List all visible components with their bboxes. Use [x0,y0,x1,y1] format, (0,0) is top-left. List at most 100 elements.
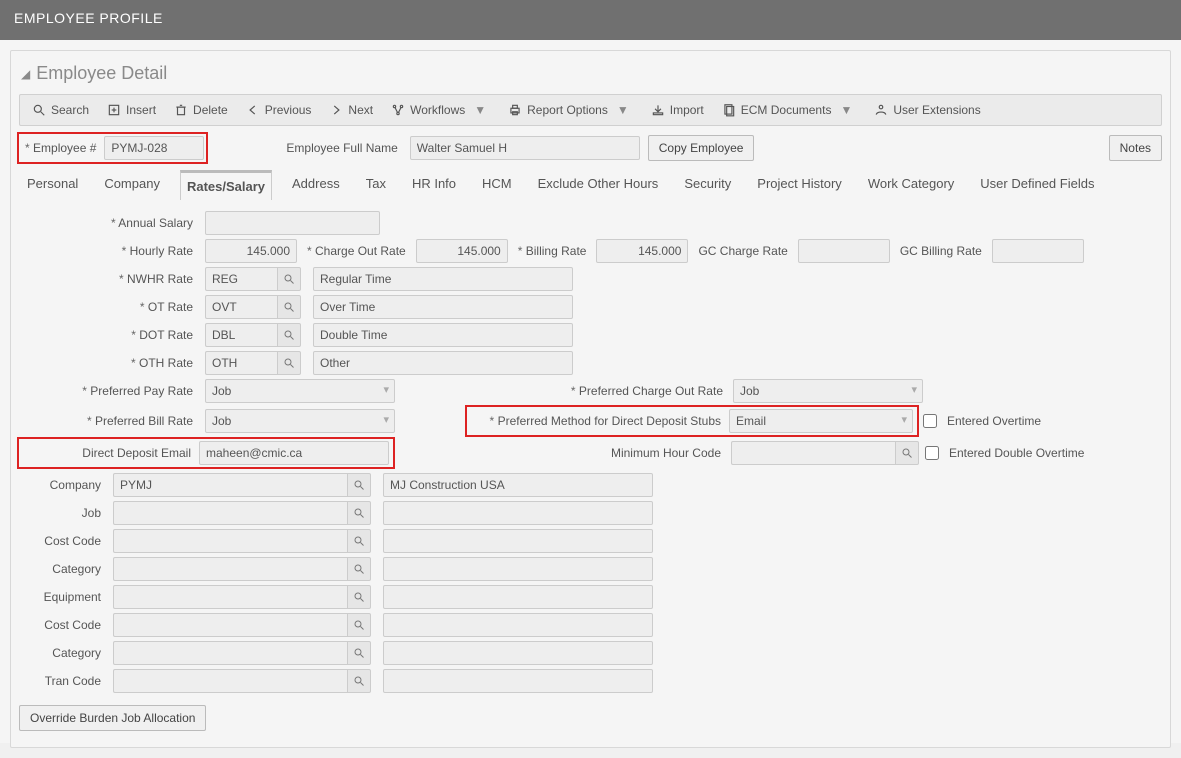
hourly-rate-input[interactable] [205,239,297,263]
notes-button[interactable]: Notes [1109,135,1162,161]
lookup-button[interactable] [347,585,371,609]
lookup-button[interactable] [277,323,301,347]
lookup-button[interactable] [277,351,301,375]
pref-charge-out-select[interactable] [733,379,923,403]
override-burden-job-allocation-button[interactable]: Override Burden Job Allocation [19,705,206,731]
next-button[interactable]: Next [323,99,379,121]
report-options-button[interactable]: Report Options ▼ [502,99,639,121]
pref-pay-rate-select[interactable] [205,379,395,403]
ecm-documents-button[interactable]: ECM Documents ▼ [716,99,863,121]
annual-salary-input[interactable] [205,211,380,235]
copy-employee-button[interactable]: Copy Employee [648,135,755,161]
billing-rate-input[interactable] [596,239,688,263]
pref-dd-method-select[interactable] [729,409,913,433]
tab-tax[interactable]: Tax [360,170,392,200]
lookup-button[interactable] [347,641,371,665]
job-code-input[interactable] [113,501,347,525]
search-button[interactable]: Search [26,99,95,121]
insert-button[interactable]: Insert [101,99,162,121]
gc-billing-rate-input[interactable] [992,239,1084,263]
documents-icon [722,103,736,117]
gc-charge-rate-input[interactable] [798,239,890,263]
tab-project-history[interactable]: Project History [751,170,848,200]
lookup-button[interactable] [347,529,371,553]
nwhr-rate-code-input[interactable] [205,267,277,291]
dot-rate-code-input[interactable] [205,323,277,347]
chevron-down-icon[interactable]: ▼ [470,103,490,117]
tab-company[interactable]: Company [98,170,166,200]
previous-button[interactable]: Previous [240,99,318,121]
job-label: Job [19,506,107,520]
lookup-button[interactable] [347,501,371,525]
lookup-button[interactable] [347,557,371,581]
oth-rate-code-input[interactable] [205,351,277,375]
lookup-button[interactable] [347,669,371,693]
import-button[interactable]: Import [645,99,710,121]
employee-full-name-label: Employee Full Name [282,141,401,155]
entered-double-overtime-checkbox[interactable] [925,446,939,460]
tab-address[interactable]: Address [286,170,346,200]
category2-input[interactable] [113,641,347,665]
search-icon [32,103,46,117]
workflows-button[interactable]: Workflows ▼ [385,99,496,121]
ot-rate-label: OT Rate [19,300,199,314]
category2-label: Category [19,646,107,660]
printer-icon [508,103,522,117]
tran-code-desc [383,669,653,693]
cost-code2-desc [383,613,653,637]
tran-code-input[interactable] [113,669,347,693]
tab-security[interactable]: Security [678,170,737,200]
collapse-icon[interactable]: ◢ [21,67,30,81]
cost-code-label: Cost Code [19,534,107,548]
lookup-button[interactable] [277,295,301,319]
titlebar: EMPLOYEE PROFILE [0,0,1181,40]
company-code-input[interactable] [113,473,347,497]
panel-title[interactable]: ◢ Employee Detail [19,59,1162,94]
dot-rate-label: DOT Rate [19,328,199,342]
dd-email-input[interactable] [199,441,389,465]
lookup-button[interactable] [347,613,371,637]
tab-personal[interactable]: Personal [21,170,84,200]
panel-employee-detail: ◢ Employee Detail Search Insert Delete [10,50,1171,748]
company-label: Company [19,478,107,492]
lookup-button[interactable] [347,473,371,497]
gc-charge-rate-label: GC Charge Rate [694,244,791,258]
header-row: Employee # Employee Full Name Copy Emplo… [19,134,1162,162]
equipment-input[interactable] [113,585,347,609]
import-icon [651,103,665,117]
chevron-down-icon[interactable]: ▼ [613,103,633,117]
entered-overtime-label: Entered Overtime [943,414,1045,428]
chevron-down-icon[interactable]: ▼ [836,103,856,117]
user-extensions-button[interactable]: User Extensions [868,99,986,121]
ot-rate-desc: Over Time [313,295,573,319]
billing-rate-label: Billing Rate [514,244,591,258]
employee-full-name-input[interactable] [410,136,640,160]
category-desc [383,557,653,581]
company-desc: MJ Construction USA [383,473,653,497]
charge-out-rate-input[interactable] [416,239,508,263]
delete-icon [174,103,188,117]
delete-button[interactable]: Delete [168,99,234,121]
tab-rates-salary[interactable]: Rates/Salary [180,170,272,200]
tab-hcm[interactable]: HCM [476,170,518,200]
pref-bill-rate-select[interactable] [205,409,395,433]
tab-exclude-other-hours[interactable]: Exclude Other Hours [532,170,665,200]
tab-user-defined-fields[interactable]: User Defined Fields [974,170,1100,200]
min-hour-code-input[interactable] [731,441,895,465]
employee-number-input[interactable] [104,136,204,160]
ot-rate-code-input[interactable] [205,295,277,319]
tab-hr-info[interactable]: HR Info [406,170,462,200]
lookup-button[interactable] [277,267,301,291]
cost-code2-input[interactable] [113,613,347,637]
category-input[interactable] [113,557,347,581]
arrow-right-icon [329,103,343,117]
tab-work-category[interactable]: Work Category [862,170,960,200]
panel-title-text: Employee Detail [36,63,167,84]
page-title: EMPLOYEE PROFILE [14,10,163,26]
dd-email-label: Direct Deposit Email [23,446,195,460]
job-desc [383,501,653,525]
employee-number-block: Employee # [19,134,206,162]
cost-code-input[interactable] [113,529,347,553]
entered-overtime-checkbox[interactable] [923,414,937,428]
lookup-button[interactable] [895,441,919,465]
